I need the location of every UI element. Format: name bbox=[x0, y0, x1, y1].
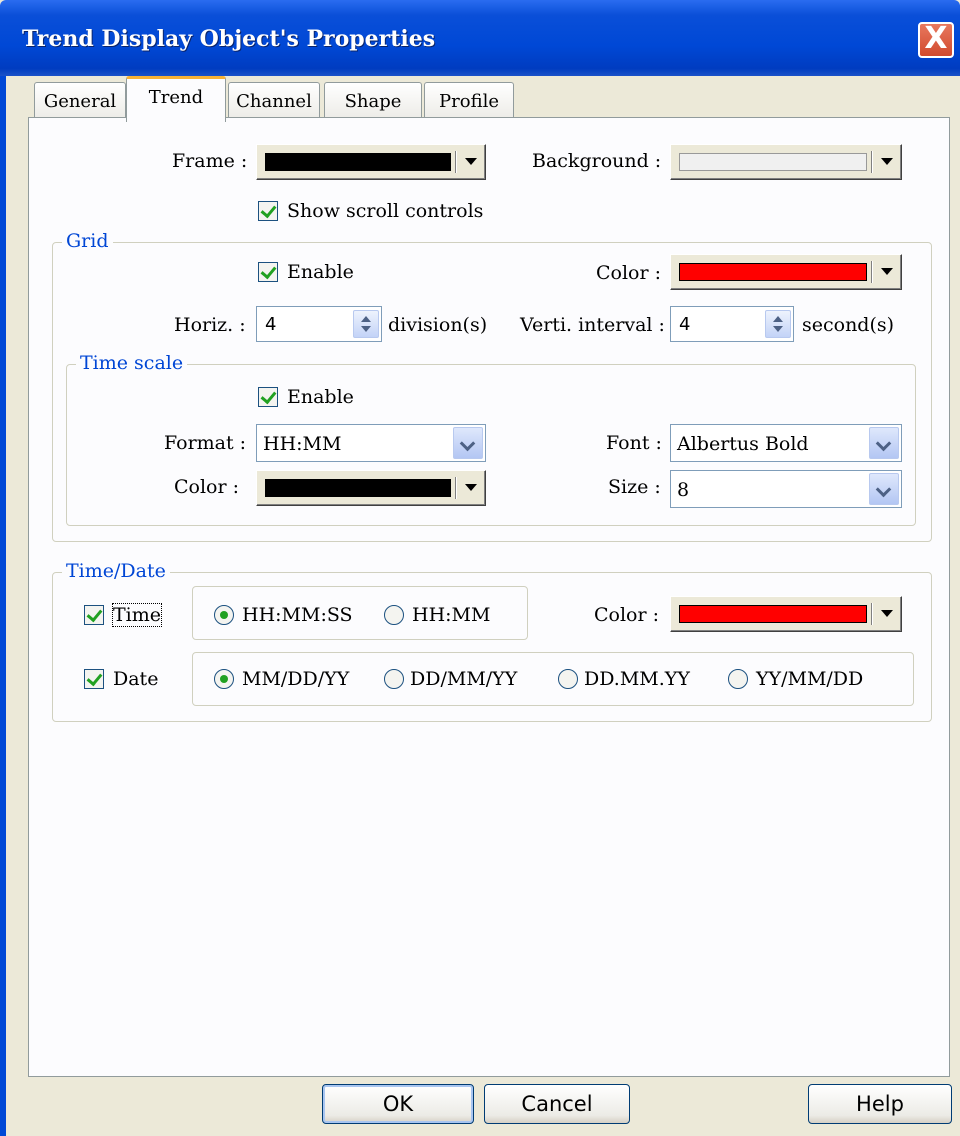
verti-unit-label: second(s) bbox=[802, 314, 895, 336]
window-title: Trend Display Object's Properties bbox=[22, 26, 436, 52]
font-label: Font : bbox=[606, 432, 662, 454]
spin-updown-icon[interactable] bbox=[765, 310, 791, 338]
time-option-hhmm: HH:MM bbox=[412, 604, 491, 626]
dropdown-arrow-icon bbox=[881, 158, 893, 165]
dropdown-arrow-icon bbox=[465, 158, 477, 165]
date-radio-dd-mm-yy[interactable] bbox=[558, 669, 578, 689]
date-option-dd-mm-yy: DD.MM.YY bbox=[584, 668, 690, 690]
time-scale-color-label: Color : bbox=[174, 476, 240, 498]
chevron-down-icon[interactable] bbox=[453, 427, 483, 459]
background-label: Background : bbox=[532, 150, 662, 172]
date-radio-ddmmyy[interactable] bbox=[384, 669, 404, 689]
picker-separator bbox=[871, 261, 873, 283]
dropdown-arrow-icon bbox=[881, 268, 893, 275]
picker-separator bbox=[871, 151, 873, 173]
time-date-color-picker[interactable] bbox=[670, 596, 902, 632]
time-scale-color-picker[interactable] bbox=[256, 470, 486, 506]
horiz-unit-label: division(s) bbox=[388, 314, 488, 336]
grid-group-title: Grid bbox=[62, 230, 113, 252]
horiz-label: Horiz. : bbox=[174, 314, 246, 336]
size-value: 8 bbox=[677, 479, 690, 501]
spin-updown-icon[interactable] bbox=[353, 310, 379, 338]
date-option-yymmdd: YY/MM/DD bbox=[756, 668, 864, 690]
background-color-swatch bbox=[679, 153, 867, 171]
frame-color-swatch bbox=[265, 153, 451, 171]
time-option-hhmmss: HH:MM:SS bbox=[242, 604, 353, 626]
tab-channel[interactable]: Channel bbox=[228, 82, 320, 120]
font-dropdown[interactable]: Albertus Bold bbox=[670, 424, 902, 462]
horiz-value: 4 bbox=[265, 314, 277, 335]
tab-profile[interactable]: Profile bbox=[424, 82, 514, 120]
show-scroll-label: Show scroll controls bbox=[287, 200, 484, 222]
time-scale-enable-checkbox[interactable] bbox=[258, 387, 278, 407]
date-option-mmddyy: MM/DD/YY bbox=[242, 668, 350, 690]
title-bar: Trend Display Object's Properties X bbox=[0, 0, 960, 76]
size-label: Size : bbox=[608, 476, 661, 498]
format-value: HH:MM bbox=[263, 433, 342, 455]
tab-general[interactable]: General bbox=[34, 82, 126, 120]
frame-color-picker[interactable] bbox=[256, 144, 486, 180]
time-radio-hhmmss[interactable] bbox=[214, 605, 234, 625]
size-dropdown[interactable]: 8 bbox=[670, 470, 902, 508]
font-value: Albertus Bold bbox=[677, 433, 809, 455]
tab-shape[interactable]: Shape bbox=[324, 82, 422, 120]
time-color-label: Color : bbox=[594, 604, 660, 626]
picker-separator bbox=[871, 603, 873, 625]
verti-interval-spinner[interactable]: 4 bbox=[670, 306, 794, 342]
frame-label: Frame : bbox=[172, 150, 248, 172]
grid-enable-label: Enable bbox=[287, 261, 354, 283]
date-label: Date bbox=[113, 668, 159, 690]
verti-interval-label: Verti. interval : bbox=[520, 314, 665, 336]
verti-interval-value: 4 bbox=[679, 314, 691, 335]
dropdown-arrow-icon bbox=[465, 484, 477, 491]
help-button[interactable]: Help bbox=[808, 1084, 952, 1124]
grid-enable-checkbox[interactable] bbox=[258, 262, 278, 282]
grid-color-swatch bbox=[679, 263, 867, 281]
time-radio-hhmm[interactable] bbox=[384, 605, 404, 625]
time-scale-enable-label: Enable bbox=[287, 386, 354, 408]
format-label: Format : bbox=[164, 432, 247, 454]
time-scale-color-swatch bbox=[265, 479, 451, 497]
format-dropdown[interactable]: HH:MM bbox=[256, 424, 486, 462]
time-checkbox[interactable] bbox=[84, 605, 104, 625]
dropdown-arrow-icon bbox=[881, 610, 893, 617]
time-date-group-title: Time/Date bbox=[62, 560, 170, 582]
tab-trend[interactable]: Trend bbox=[126, 76, 226, 122]
grid-color-picker[interactable] bbox=[670, 254, 902, 290]
chevron-down-icon[interactable] bbox=[869, 473, 899, 505]
time-scale-group-title: Time scale bbox=[76, 352, 188, 374]
date-checkbox[interactable] bbox=[84, 669, 104, 689]
picker-separator bbox=[455, 477, 457, 499]
picker-separator bbox=[455, 151, 457, 173]
time-date-color-swatch bbox=[679, 605, 867, 623]
date-radio-mmddyy[interactable] bbox=[214, 669, 234, 689]
show-scroll-checkbox[interactable] bbox=[258, 201, 278, 221]
time-label: Time bbox=[111, 603, 163, 627]
close-button[interactable]: X bbox=[918, 22, 954, 58]
date-option-ddmmyy: DD/MM/YY bbox=[410, 668, 518, 690]
ok-button[interactable]: OK bbox=[322, 1084, 474, 1124]
date-radio-yymmdd[interactable] bbox=[728, 669, 748, 689]
background-color-picker[interactable] bbox=[670, 144, 902, 180]
cancel-button[interactable]: Cancel bbox=[484, 1084, 630, 1124]
chevron-down-icon[interactable] bbox=[869, 427, 899, 459]
horiz-spinner[interactable]: 4 bbox=[256, 306, 382, 342]
grid-color-label: Color : bbox=[596, 262, 662, 284]
